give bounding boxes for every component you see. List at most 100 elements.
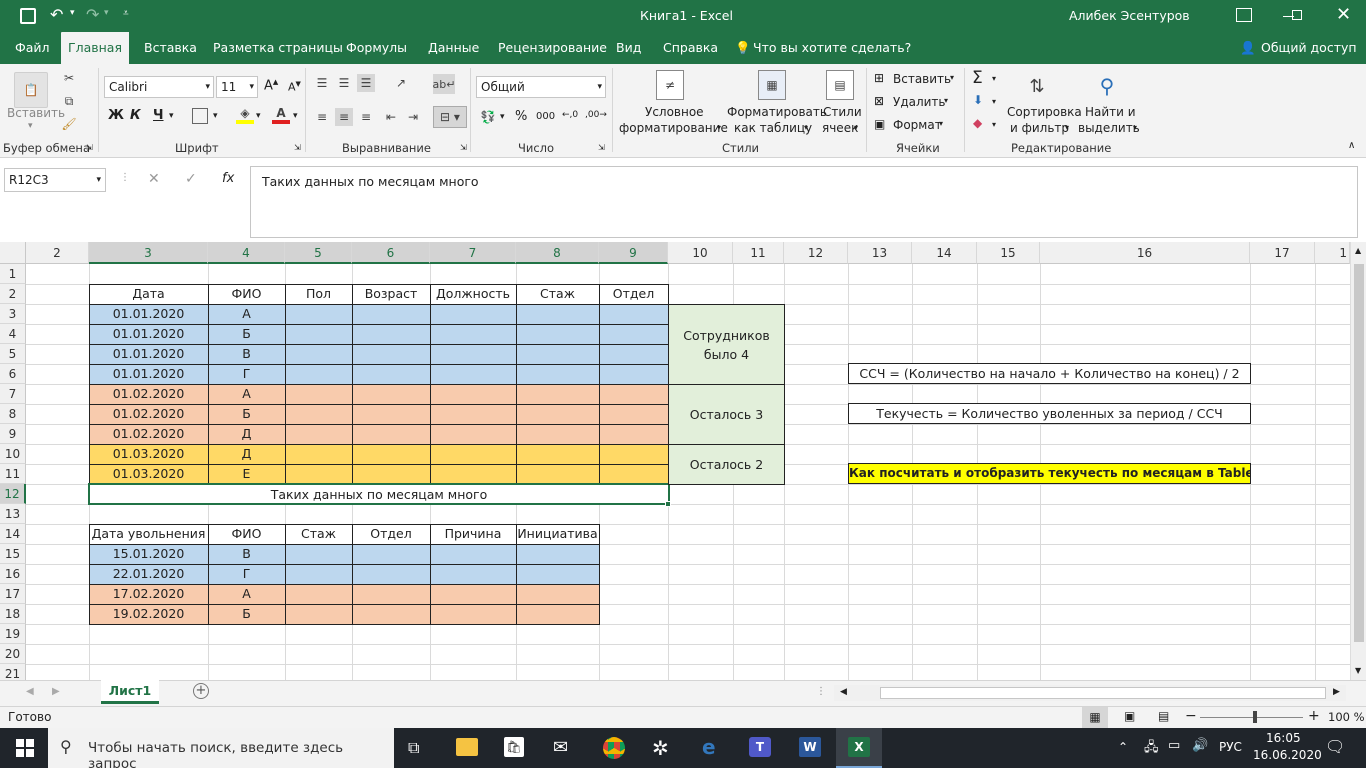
table1-date-cell[interactable]: 01.03.2020: [89, 444, 208, 464]
sheet-next-icon[interactable]: ▶: [52, 686, 60, 697]
conditional-format-label-2[interactable]: форматирование: [619, 121, 728, 135]
table2-date-cell[interactable]: 17.02.2020: [89, 584, 208, 604]
table1-fio-cell[interactable]: А: [208, 304, 285, 324]
close-icon[interactable]: ✕: [1336, 4, 1351, 25]
table1-header[interactable]: Пол: [285, 284, 352, 304]
scroll-down-icon[interactable]: ▼: [1355, 666, 1361, 675]
tray-language[interactable]: РУС: [1219, 740, 1242, 754]
delete-cells-icon[interactable]: ⊠: [874, 94, 884, 108]
font-color-icon[interactable]: A: [272, 106, 290, 124]
format-painter-icon[interactable]: 🖌: [60, 115, 78, 133]
tab-home[interactable]: Главная: [61, 32, 129, 64]
decrease-indent-icon[interactable]: ⇤: [382, 108, 400, 126]
zoom-slider-thumb[interactable]: [1253, 711, 1257, 723]
confirm-entry-icon[interactable]: ✓: [185, 171, 197, 187]
clipboard-launcher-icon[interactable]: ⇲: [86, 143, 93, 152]
table2-fio-cell[interactable]: В: [208, 544, 285, 564]
font-launcher-icon[interactable]: ⇲: [294, 143, 301, 152]
table2-header[interactable]: Стаж: [285, 524, 352, 544]
table1-date-cell[interactable]: 01.01.2020: [89, 304, 208, 324]
cut-icon[interactable]: ✂: [60, 69, 78, 87]
sheet-tab-list1[interactable]: Лист1: [101, 680, 159, 704]
teams-icon[interactable]: T: [749, 737, 771, 757]
format-cells-dropdown-icon[interactable]: ▾: [939, 119, 943, 128]
table1-header[interactable]: Отдел: [599, 284, 668, 304]
tray-people-icon[interactable]: ⌃: [1118, 740, 1128, 754]
tray-screen-icon[interactable]: ▭: [1168, 738, 1180, 753]
horizontal-scroll-thumb[interactable]: [880, 687, 1326, 699]
delete-cells-button[interactable]: Удалить: [893, 95, 946, 109]
increase-font-icon[interactable]: A▲: [264, 78, 278, 93]
format-as-table-label-1[interactable]: Форматировать: [727, 105, 827, 119]
tab-split-icon[interactable]: ⋮: [816, 686, 826, 697]
table1-date-cell[interactable]: 01.02.2020: [89, 424, 208, 444]
mail-icon[interactable]: ✉: [553, 739, 568, 757]
table2-fio-cell[interactable]: Б: [208, 604, 285, 624]
table1-fio-cell[interactable]: Д: [208, 444, 285, 464]
format-as-table-dropdown-icon[interactable]: ▾: [804, 123, 808, 132]
name-box[interactable]: R12C3 ▾: [4, 168, 106, 192]
font-name-box[interactable]: Calibri ▾: [104, 76, 214, 98]
conditional-format-label-1[interactable]: Условное: [645, 105, 704, 119]
align-center-icon[interactable]: ≡: [335, 108, 353, 126]
tray-date[interactable]: 16.06.2020: [1253, 748, 1322, 762]
table2-fio-cell[interactable]: Г: [208, 564, 285, 584]
undo-dropdown-icon[interactable]: ▾: [70, 8, 75, 18]
cancel-entry-icon[interactable]: ✕: [148, 171, 160, 187]
table1-header[interactable]: ФИО: [208, 284, 285, 304]
store-icon[interactable]: 🛍: [504, 737, 524, 757]
save-icon[interactable]: [20, 8, 36, 24]
format-as-table-icon[interactable]: ▦: [758, 70, 786, 100]
table1-date-cell[interactable]: 01.01.2020: [89, 344, 208, 364]
insert-function-icon[interactable]: fx: [222, 171, 234, 186]
normal-view-icon[interactable]: ▦: [1082, 707, 1108, 728]
scroll-left-icon[interactable]: ◀: [840, 687, 847, 697]
paste-icon[interactable]: 📋: [14, 72, 48, 108]
table1-fio-cell[interactable]: В: [208, 344, 285, 364]
sort-filter-dropdown-icon[interactable]: ▾: [1065, 123, 1069, 132]
fill-dropdown-icon[interactable]: ▾: [992, 97, 996, 106]
borders-dropdown-icon[interactable]: ▾: [213, 111, 218, 121]
table2-header[interactable]: Отдел: [352, 524, 430, 544]
autosum-icon[interactable]: Σ: [972, 68, 983, 88]
file-explorer-icon[interactable]: [456, 738, 478, 756]
summary-box-left2[interactable]: Осталось 2: [668, 444, 785, 485]
thousands-button[interactable]: 000: [536, 111, 555, 122]
table1-header[interactable]: Возраст: [352, 284, 430, 304]
autosum-dropdown-icon[interactable]: ▾: [992, 74, 996, 83]
tab-data[interactable]: Данные: [428, 32, 479, 64]
share-button[interactable]: Общий доступ: [1261, 32, 1357, 64]
zoom-out-icon[interactable]: −: [1185, 708, 1197, 724]
tab-insert[interactable]: Вставка: [144, 32, 197, 64]
cell-styles-label-1[interactable]: Стили: [823, 105, 862, 119]
notification-icon[interactable]: 🗨: [1325, 737, 1345, 756]
borders-icon[interactable]: [192, 108, 208, 124]
align-top-icon[interactable]: ☰: [313, 74, 331, 92]
align-bottom-icon[interactable]: ☰: [357, 74, 375, 92]
formula-note-ssch[interactable]: ССЧ = (Количество на начало + Количество…: [848, 363, 1251, 384]
undo-icon[interactable]: ↶: [50, 5, 63, 24]
table2-date-cell[interactable]: 15.01.2020: [89, 544, 208, 564]
table2-date-cell[interactable]: 22.01.2020: [89, 564, 208, 584]
table1-fio-cell[interactable]: Е: [208, 464, 285, 484]
insert-cells-button[interactable]: Вставить: [893, 72, 951, 86]
format-as-table-label-2[interactable]: как таблицу: [734, 121, 812, 135]
cell-styles-dropdown-icon[interactable]: ▾: [854, 123, 858, 132]
excel-taskbar-button[interactable]: X: [836, 728, 882, 768]
insert-cells-dropdown-icon[interactable]: ▾: [950, 73, 954, 82]
vertical-scroll-thumb[interactable]: [1354, 264, 1364, 642]
scroll-right-icon[interactable]: ▶: [1333, 687, 1340, 697]
table1-fio-cell[interactable]: Б: [208, 324, 285, 344]
fill-icon[interactable]: ⬇: [973, 93, 983, 107]
insert-cells-icon[interactable]: ⊞: [874, 71, 884, 85]
customize-qat-icon[interactable]: ⩡: [123, 8, 129, 19]
table2-header[interactable]: Инициатива: [516, 524, 599, 544]
tray-time[interactable]: 16:05: [1266, 731, 1301, 745]
align-left-icon[interactable]: ≡: [313, 108, 331, 126]
sort-filter-icon[interactable]: ⇅: [1020, 70, 1054, 102]
page-break-view-icon[interactable]: ▤: [1158, 709, 1169, 723]
font-color-dropdown-icon[interactable]: ▾: [293, 111, 298, 121]
bold-button[interactable]: Ж: [108, 108, 124, 123]
sheet-prev-icon[interactable]: ◀: [26, 686, 34, 697]
currency-icon[interactable]: 💱: [478, 108, 498, 126]
